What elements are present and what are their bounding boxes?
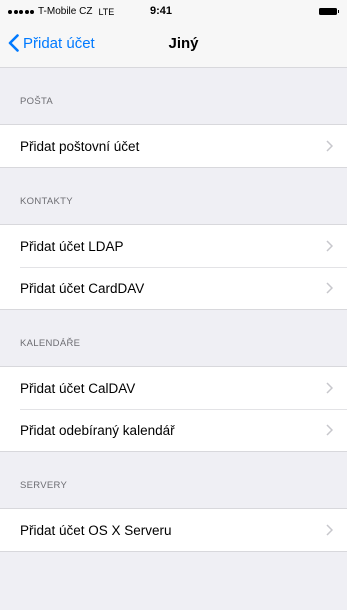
section-header-calendars: KALENDÁŘE <box>0 310 347 366</box>
add-osx-server-account-row[interactable]: Přidat účet OS X Serveru <box>0 509 347 551</box>
signal-strength-icon <box>8 9 34 14</box>
chevron-right-icon <box>326 382 333 394</box>
add-caldav-account-row[interactable]: Přidat účet CalDAV <box>0 367 347 409</box>
chevron-right-icon <box>326 240 333 252</box>
add-carddav-account-row[interactable]: Přidat účet CardDAV <box>0 267 347 309</box>
network-type: LTE <box>98 6 115 17</box>
chevron-right-icon <box>326 140 333 152</box>
section-header-contacts: KONTAKTY <box>0 168 347 224</box>
chevron-right-icon <box>326 424 333 436</box>
chevron-right-icon <box>326 524 333 536</box>
section-header-mail: POŠTA <box>0 68 347 124</box>
section-mail: Přidat poštovní účet <box>0 124 347 168</box>
add-mail-account-row[interactable]: Přidat poštovní účet <box>0 125 347 167</box>
page-title: Jiný <box>168 35 199 52</box>
add-subscribed-calendar-row[interactable]: Přidat odebíraný kalendář <box>0 409 347 451</box>
section-contacts: Přidat účet LDAP Přidat účet CardDAV <box>0 224 347 310</box>
row-label: Přidat účet OS X Serveru <box>20 522 172 538</box>
navigation-bar: Přidat účet Jiný <box>0 24 347 68</box>
row-label: Přidat účet CardDAV <box>20 280 145 296</box>
add-ldap-account-row[interactable]: Přidat účet LDAP <box>0 225 347 267</box>
row-label: Přidat odebíraný kalendář <box>20 422 175 438</box>
settings-list: POŠTA Přidat poštovní účet KONTAKTY Přid… <box>0 68 347 552</box>
row-label: Přidat poštovní účet <box>20 138 140 154</box>
section-calendars: Přidat účet CalDAV Přidat odebíraný kale… <box>0 366 347 452</box>
status-time: 9:41 <box>150 5 173 17</box>
carrier-name: T-Mobile CZ <box>38 6 93 17</box>
section-servers: Přidat účet OS X Serveru <box>0 508 347 552</box>
status-left: T-Mobile CZ LTE <box>8 6 114 17</box>
section-header-label: SERVERY <box>20 480 68 491</box>
section-header-label: KONTAKTY <box>20 196 73 207</box>
battery-icon <box>319 8 339 15</box>
section-header-label: KALENDÁŘE <box>20 338 81 349</box>
status-bar: T-Mobile CZ LTE 9:41 <box>0 0 347 24</box>
section-header-servers: SERVERY <box>0 452 347 508</box>
section-header-label: POŠTA <box>20 96 53 107</box>
row-label: Přidat účet LDAP <box>20 238 124 254</box>
row-label: Přidat účet CalDAV <box>20 380 136 396</box>
chevron-right-icon <box>326 282 333 294</box>
